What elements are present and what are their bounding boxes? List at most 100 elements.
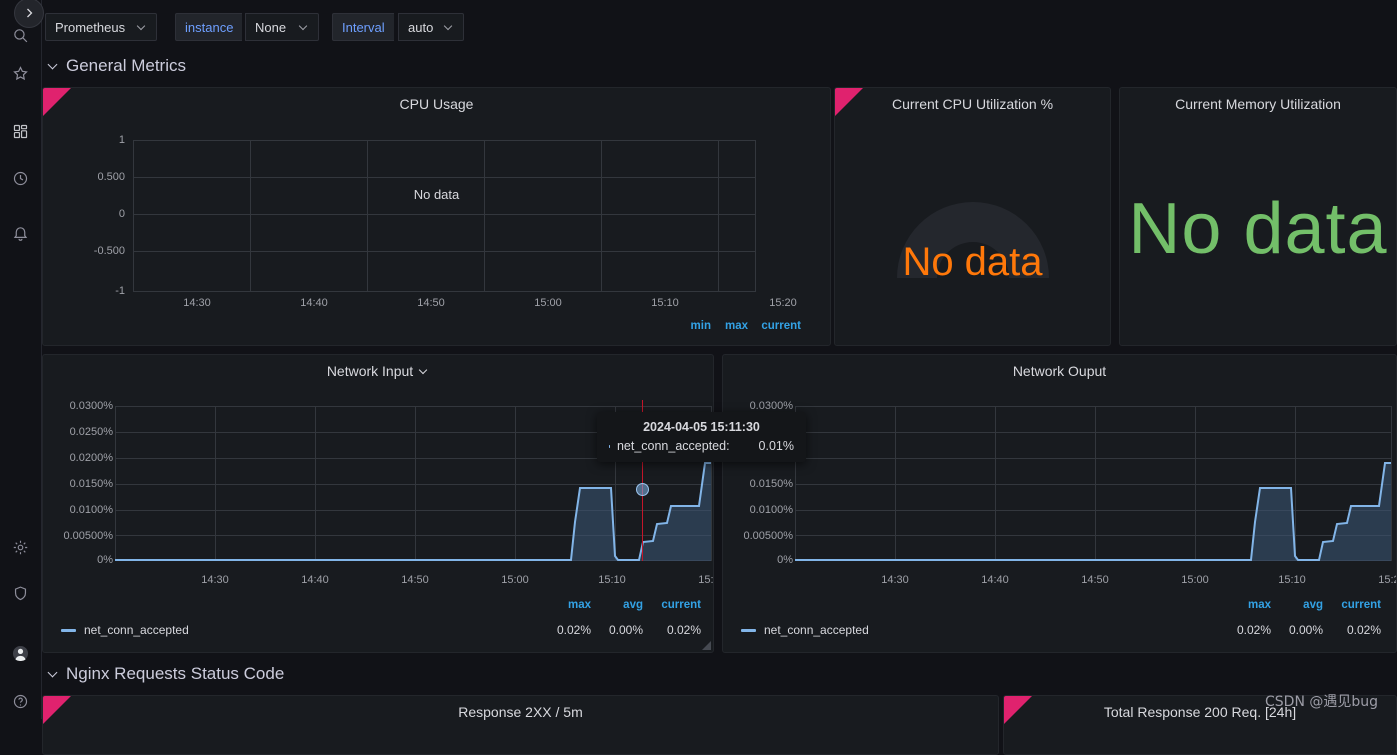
y-axis-tick: 0.0100% bbox=[69, 504, 113, 516]
chevron-down-icon bbox=[138, 22, 147, 31]
variables-toolbar: Prometheus instance None Interval auto bbox=[41, 0, 1397, 54]
legend-value-current: 0.02% bbox=[666, 623, 701, 637]
y-axis-tick: 0% bbox=[777, 554, 793, 566]
legend-color-swatch bbox=[741, 628, 756, 632]
grafana-dashboard: Prometheus instance None Interval auto G… bbox=[0, 0, 1397, 755]
y-axis-tick: 0.0250% bbox=[69, 426, 113, 438]
alert-state-icon[interactable]: ! bbox=[835, 88, 863, 116]
panel-current-memory-utilization[interactable]: Current Memory Utilization No data bbox=[1119, 87, 1397, 346]
legend-header-current[interactable]: current bbox=[1327, 599, 1381, 611]
x-axis-tick: 14:40 bbox=[301, 574, 329, 586]
plot-area bbox=[795, 406, 1392, 561]
x-axis-tick: 14:50 bbox=[401, 574, 429, 586]
panel-network-input[interactable]: Network Input 0.0300% 0.0250% 0.0200% 0.… bbox=[42, 354, 714, 653]
x-axis-tick: 14:40 bbox=[981, 574, 1009, 586]
alert-state-icon[interactable]: ! bbox=[43, 88, 71, 116]
legend-header-current[interactable]: current bbox=[751, 320, 801, 332]
legend-series-label: net_conn_accepted bbox=[84, 623, 189, 637]
y-axis-tick: 1 bbox=[118, 134, 125, 146]
legend-value-max: 0.02% bbox=[556, 623, 591, 637]
legend-header-max[interactable]: max bbox=[553, 599, 591, 611]
y-axis-tick: 0.0150% bbox=[749, 478, 793, 490]
instance-variable-label: instance bbox=[175, 13, 243, 41]
panel-title[interactable]: Current CPU Utilization % bbox=[835, 96, 1110, 112]
y-axis-tick: 0.0300% bbox=[749, 400, 793, 412]
alert-state-icon[interactable]: ! bbox=[43, 696, 71, 724]
legend-value-current: 0.02% bbox=[1346, 623, 1381, 637]
chevron-down-icon bbox=[48, 669, 59, 680]
configuration-icon[interactable] bbox=[0, 534, 41, 560]
y-axis-tick: 0.0200% bbox=[69, 452, 113, 464]
legend-value-max: 0.02% bbox=[1236, 623, 1271, 637]
legend-value-avg: 0.00% bbox=[1288, 623, 1323, 637]
panel-response-2xx[interactable]: ! Response 2XX / 5m bbox=[42, 695, 999, 755]
avatar[interactable] bbox=[0, 640, 41, 666]
legend-color-swatch bbox=[61, 628, 76, 632]
x-axis-tick: 15:20 bbox=[1378, 574, 1396, 586]
panel-current-cpu-utilization[interactable]: ! Current CPU Utilization % No data bbox=[834, 87, 1111, 346]
y-axis-tick: -1 bbox=[115, 285, 125, 297]
legend-series-item[interactable]: net_conn_accepted bbox=[61, 623, 189, 637]
alert-state-icon[interactable]: ! bbox=[1004, 696, 1032, 724]
legend-header-max[interactable]: max bbox=[716, 320, 748, 332]
help-icon[interactable] bbox=[0, 688, 41, 714]
row-header-nginx-requests-status-code[interactable]: Nginx Requests Status Code bbox=[48, 664, 284, 684]
instance-variable-dropdown[interactable]: None bbox=[245, 13, 319, 41]
panel-resize-handle[interactable] bbox=[700, 639, 711, 650]
row-header-general-metrics[interactable]: General Metrics bbox=[48, 56, 186, 76]
panel-title-text: Network Input bbox=[326, 363, 414, 379]
y-axis-tick: 0.0300% bbox=[69, 400, 113, 412]
sidebar bbox=[0, 0, 42, 719]
no-data-message: No data bbox=[413, 187, 460, 202]
panel-title[interactable]: Response 2XX / 5m bbox=[43, 704, 998, 720]
datasource-variable-dropdown[interactable]: Prometheus bbox=[45, 13, 157, 41]
x-axis-tick: 15:20 bbox=[698, 574, 714, 586]
series-net-conn-accepted bbox=[795, 462, 1391, 561]
legend-value-avg: 0.00% bbox=[608, 623, 643, 637]
panel-title[interactable]: Network Input bbox=[43, 363, 713, 379]
chevron-down-icon bbox=[48, 61, 59, 72]
panel-title[interactable]: Network Ouput bbox=[723, 363, 1396, 379]
panel-title[interactable]: Current Memory Utilization bbox=[1120, 96, 1396, 112]
legend-header-avg[interactable]: avg bbox=[1285, 599, 1323, 611]
tooltip-series-label: net_conn_accepted: bbox=[616, 439, 730, 453]
x-axis-tick: 14:30 bbox=[881, 574, 909, 586]
alerting-icon[interactable] bbox=[0, 220, 41, 246]
instance-variable-value: None bbox=[255, 19, 287, 35]
y-axis-tick: 0.0100% bbox=[749, 504, 793, 516]
legend-header-min[interactable]: min bbox=[683, 320, 711, 332]
interval-variable-label: Interval bbox=[332, 13, 394, 41]
chevron-down-icon bbox=[300, 22, 309, 31]
gauge-value: No data bbox=[902, 240, 1043, 284]
tooltip-color-swatch bbox=[609, 444, 610, 448]
shield-icon[interactable] bbox=[0, 580, 41, 606]
y-axis-tick: 0.500 bbox=[97, 171, 125, 183]
y-axis-tick: 0.00500% bbox=[743, 530, 793, 542]
legend-series-item[interactable]: net_conn_accepted bbox=[741, 623, 869, 637]
legend-header-current[interactable]: current bbox=[647, 599, 701, 611]
chevron-down-icon bbox=[445, 22, 454, 31]
hover-point bbox=[636, 483, 649, 496]
tooltip-series-value: 0.01% bbox=[758, 439, 794, 453]
panel-cpu-usage[interactable]: ! CPU Usage 1 0.500 0 -0.500 -1 14 bbox=[42, 87, 831, 346]
explore-icon[interactable] bbox=[0, 165, 41, 191]
y-axis-tick: 0 bbox=[118, 208, 125, 220]
x-axis-tick: 14:50 bbox=[1081, 574, 1109, 586]
datasource-variable-value: Prometheus bbox=[55, 19, 126, 35]
chevron-down-icon[interactable] bbox=[419, 366, 429, 376]
bookmark-icon[interactable] bbox=[0, 60, 41, 86]
interval-variable-dropdown[interactable]: auto bbox=[398, 13, 464, 41]
panel-title-text: Current CPU Utilization % bbox=[891, 96, 1054, 112]
panel-network-output[interactable]: Network Ouput 0.0300% 0.0150% 0.0100% 0.… bbox=[722, 354, 1397, 653]
legend-header-avg[interactable]: avg bbox=[605, 599, 643, 611]
panel-title-text: Network Ouput bbox=[1012, 363, 1107, 379]
x-axis-tick: 15:00 bbox=[534, 297, 562, 309]
interval-variable-value: auto bbox=[408, 19, 434, 35]
plot-area bbox=[133, 140, 756, 292]
dashboards-icon[interactable] bbox=[0, 118, 41, 144]
stat-value: No data bbox=[1128, 189, 1388, 269]
legend-header-max[interactable]: max bbox=[1233, 599, 1271, 611]
x-axis-tick: 14:50 bbox=[417, 297, 445, 309]
panel-title[interactable]: CPU Usage bbox=[43, 96, 830, 112]
x-axis-tick: 14:40 bbox=[300, 297, 328, 309]
